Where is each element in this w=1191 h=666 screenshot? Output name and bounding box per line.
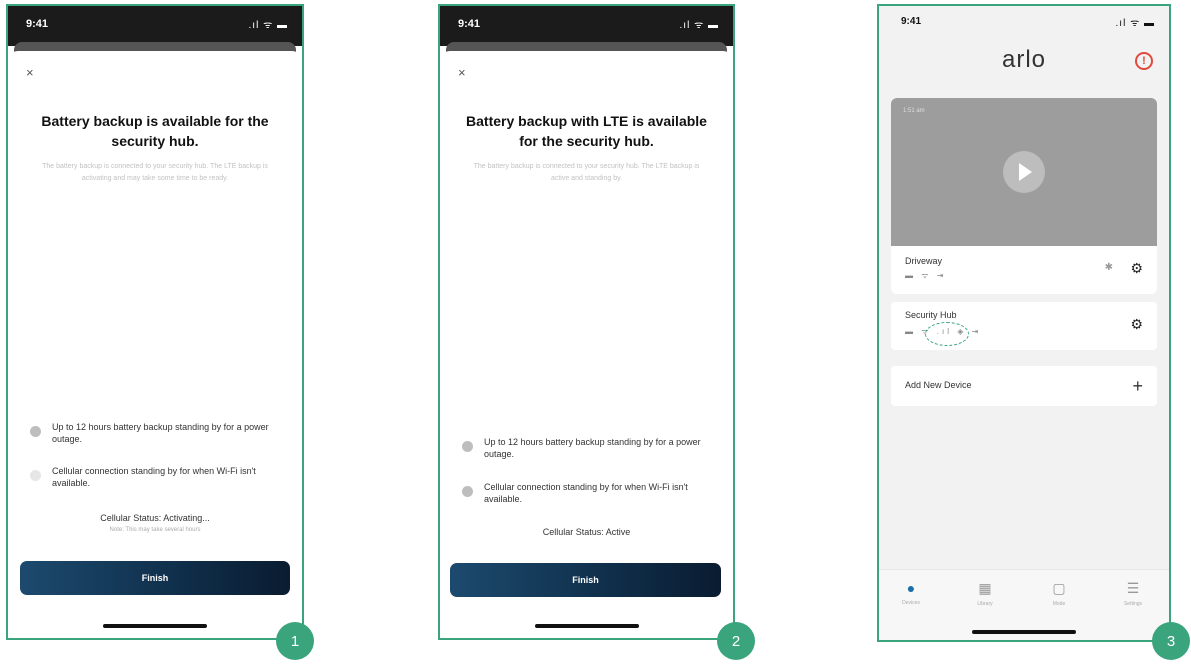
- tab-library[interactable]: ▦ Library: [955, 580, 1015, 607]
- description-text: The battery backup is connected to your …: [42, 163, 268, 182]
- arlo-logo: arlo: [1001, 46, 1047, 73]
- feature-cellular-label: Cellular connection standing by for when…: [52, 466, 256, 488]
- cellular-status-icon: [462, 486, 473, 497]
- status-bar: 9:41 .ıl ᯤ ▬: [440, 6, 733, 46]
- signal-wifi-battery-icon: .ıl ᯤ ▬: [248, 20, 288, 31]
- home-indicator: [103, 624, 207, 628]
- cellular-note: Note: This may take several hours: [109, 527, 201, 533]
- finish-button[interactable]: Finish: [20, 561, 290, 595]
- step-badge-1: 1: [276, 622, 314, 660]
- feature-battery-label: Up to 12 hours battery backup standing b…: [484, 437, 701, 459]
- feature-battery: Up to 12 hours battery backup standing b…: [462, 436, 719, 462]
- modal-sheet: × Battery backup is available for the se…: [8, 51, 302, 638]
- cellular-status-icon: [30, 470, 41, 481]
- tab-label: Settings: [1123, 601, 1143, 607]
- tab-devices[interactable]: ● Devices: [881, 580, 941, 606]
- battery-status-icon: [462, 441, 473, 452]
- tab-mode[interactable]: ▢ Mode: [1029, 580, 1089, 607]
- gear-icon[interactable]: ⚙: [1130, 260, 1143, 277]
- plus-icon[interactable]: +: [1132, 376, 1143, 397]
- device-card-security-hub[interactable]: Security Hub ▬ ᯤ .ıl ◈ ⇥ ⚙: [891, 302, 1157, 350]
- bottom-tab-bar: ● Devices ▦ Library ▢ Mode ☰ Settings: [879, 569, 1169, 640]
- device-name: Driveway: [905, 256, 943, 266]
- modal-sheet: × Battery backup with LTE is available f…: [440, 51, 733, 638]
- close-icon[interactable]: ×: [458, 65, 466, 80]
- battery-status-icon: [30, 426, 41, 437]
- status-bar: 9:41 .ıl ᯤ ▬: [8, 6, 302, 46]
- tab-label: Library: [977, 601, 993, 607]
- feature-battery-label: Up to 12 hours battery backup standing b…: [52, 422, 269, 444]
- close-icon[interactable]: ×: [26, 65, 34, 80]
- feature-cellular: Cellular connection standing by for when…: [30, 465, 288, 491]
- step-badge-3: 3: [1152, 622, 1190, 660]
- finish-button[interactable]: Finish: [450, 563, 721, 597]
- gear-icon[interactable]: ⚙: [1130, 316, 1143, 333]
- phone-screen-2: 9:41 .ıl ᯤ ▬ × Battery backup with LTE i…: [438, 4, 735, 640]
- signal-wifi-battery-icon: .ıl ᯤ ▬: [1115, 18, 1155, 29]
- status-time: 9:41: [26, 18, 49, 30]
- status-bar: 9:41 .ıl ᯤ ▬: [879, 6, 1169, 46]
- cellular-status: Cellular Status: Active: [542, 527, 631, 537]
- alert-icon[interactable]: !: [1135, 52, 1153, 70]
- camera-thumbnail[interactable]: 1:51 am: [891, 98, 1157, 246]
- home-indicator: [972, 630, 1076, 634]
- signal-wifi-battery-icon: .ıl ᯤ ▬: [679, 20, 719, 31]
- page-title: Battery backup with LTE is available for…: [466, 113, 707, 149]
- tab-settings[interactable]: ☰ Settings: [1103, 580, 1163, 607]
- library-icon: ▦: [978, 580, 992, 596]
- feature-cellular-label: Cellular connection standing by for when…: [484, 482, 688, 504]
- status-time: 9:41: [458, 18, 481, 30]
- highlight-circle: [925, 322, 969, 346]
- device-card-driveway[interactable]: Driveway ▬ ᯤ ⇥ ✱ ⚙: [891, 246, 1157, 294]
- status-time: 9:41: [901, 16, 922, 27]
- motion-icon: ✱: [1104, 262, 1113, 273]
- mode-icon: ▢: [1052, 580, 1066, 596]
- cellular-status: Cellular Status: Activating...: [100, 513, 210, 523]
- tab-label: Mode: [1052, 601, 1066, 607]
- add-device-card[interactable]: Add New Device +: [891, 366, 1157, 406]
- feature-battery: Up to 12 hours battery backup standing b…: [30, 421, 288, 447]
- play-icon[interactable]: [1003, 151, 1045, 193]
- device-name: Security Hub: [905, 310, 957, 320]
- add-device-label: Add New Device: [905, 380, 972, 390]
- feature-cellular: Cellular connection standing by for when…: [462, 481, 719, 507]
- phone-screen-1: 9:41 .ıl ᯤ ▬ × Battery backup is availab…: [6, 4, 304, 640]
- device-status-icons: ▬ ᯤ ⇥: [905, 271, 947, 280]
- tab-label: Devices: [902, 600, 920, 606]
- description-text: The battery backup is connected to your …: [473, 163, 700, 182]
- settings-icon: ☰: [1126, 580, 1140, 596]
- devices-icon: ●: [906, 580, 916, 596]
- page-title: Battery backup is available for the secu…: [41, 113, 269, 149]
- step-badge-2: 2: [717, 622, 755, 660]
- home-indicator: [534, 624, 639, 628]
- thumbnail-timestamp: 1:51 am: [903, 108, 925, 114]
- phone-screen-3: 9:41 .ıl ᯤ ▬ arlo ! 1:51 am Driveway ▬ ᯤ…: [877, 4, 1171, 642]
